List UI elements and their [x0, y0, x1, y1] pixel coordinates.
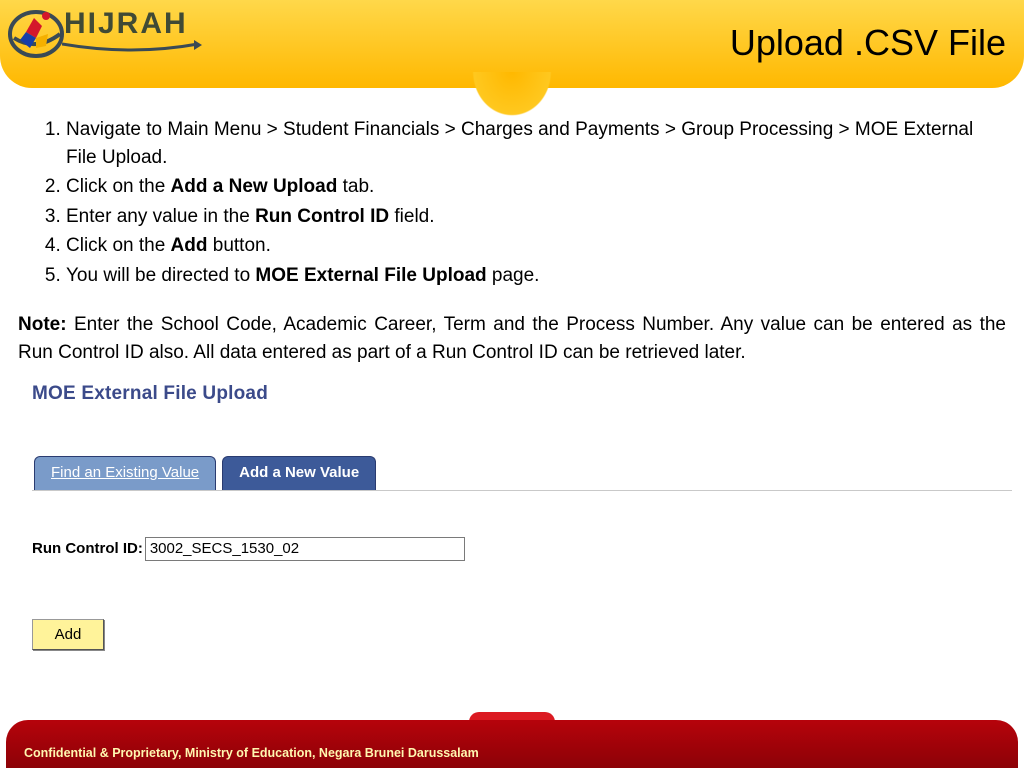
run-control-row: Run Control ID: — [32, 537, 1012, 561]
note-body: Enter the School Code, Academic Career, … — [18, 314, 1006, 363]
content-body: Navigate to Main Menu > Student Financia… — [0, 88, 1024, 650]
footer: Confidential & Proprietary, Ministry of … — [0, 712, 1024, 768]
tab-find-existing[interactable]: Find an Existing Value — [34, 456, 216, 490]
footer-bar: Confidential & Proprietary, Ministry of … — [6, 720, 1018, 768]
step-bold: Add a New Upload — [171, 176, 338, 197]
instruction-step: Click on the Add button. — [66, 232, 1006, 260]
app-screenshot: MOE External File Upload Find an Existin… — [32, 380, 1012, 650]
step-bold: MOE External File Upload — [255, 265, 486, 286]
footer-text: Confidential & Proprietary, Ministry of … — [24, 746, 479, 760]
header-banner: HIJRAH Upload .CSV File — [0, 0, 1024, 88]
logo: HIJRAH — [6, 4, 202, 62]
step-text: Navigate to Main Menu > Student Financia… — [66, 119, 973, 168]
step-text: tab. — [337, 176, 374, 197]
step-text: button. — [207, 235, 270, 256]
logo-swoosh-icon — [62, 40, 202, 54]
instruction-step: Navigate to Main Menu > Student Financia… — [66, 116, 1006, 171]
tab-strip: Find an Existing Value Add a New Value — [32, 456, 1012, 491]
app-heading: MOE External File Upload — [32, 380, 1012, 408]
add-button[interactable]: Add — [32, 619, 104, 651]
step-text: Enter any value in the — [66, 206, 255, 227]
logo-globe-icon — [6, 4, 66, 62]
instruction-list: Navigate to Main Menu > Student Financia… — [18, 116, 1006, 289]
step-bold: Run Control ID — [255, 206, 389, 227]
page-title: Upload .CSV File — [730, 22, 1006, 64]
note-label: Note: — [18, 314, 67, 335]
logo-text: HIJRAH — [64, 7, 202, 41]
step-bold: Add — [171, 235, 208, 256]
step-text: Click on the — [66, 235, 171, 256]
step-text: Click on the — [66, 176, 171, 197]
step-text: You will be directed to — [66, 265, 255, 286]
instruction-step: You will be directed to MOE External Fil… — [66, 262, 1006, 290]
step-text: field. — [389, 206, 434, 227]
step-text: page. — [487, 265, 540, 286]
run-control-input[interactable] — [145, 537, 465, 561]
note-paragraph: Note: Enter the School Code, Academic Ca… — [18, 311, 1006, 366]
tab-label: Find an Existing Value — [51, 464, 199, 481]
run-control-label: Run Control ID: — [32, 538, 143, 560]
tab-add-new[interactable]: Add a New Value — [222, 456, 376, 490]
instruction-step: Click on the Add a New Upload tab. — [66, 173, 1006, 201]
instruction-step: Enter any value in the Run Control ID fi… — [66, 203, 1006, 231]
tab-label: Add a New Value — [239, 464, 359, 481]
